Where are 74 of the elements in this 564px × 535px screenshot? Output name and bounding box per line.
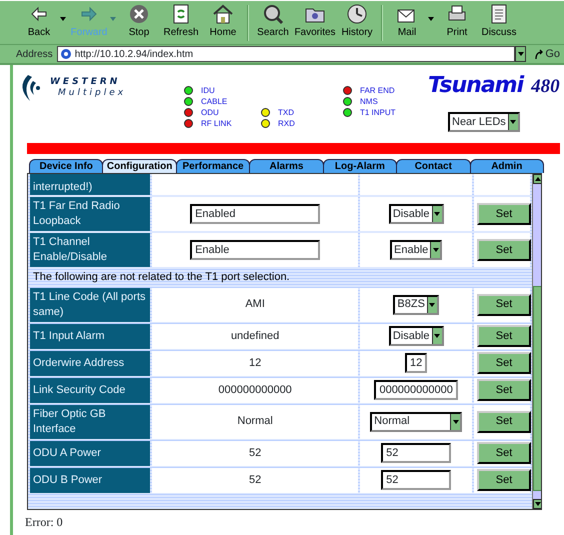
led-label: NMS (360, 96, 378, 107)
address-label: Address (16, 48, 53, 62)
dropdown-field[interactable]: Normal (370, 412, 462, 432)
tab[interactable]: Alarms (249, 159, 324, 173)
set-button[interactable]: Set (477, 352, 532, 374)
led-select[interactable]: Near LEDs (448, 112, 520, 132)
led-label: FAR END (360, 85, 395, 96)
toolbar-button[interactable]: Refresh (160, 3, 202, 39)
setting-value: 000000000000 (218, 384, 292, 396)
setting-label: T1 Far End Radio Loopback (33, 200, 120, 227)
setting-label: ODU A Power (33, 446, 101, 458)
toolbar-button[interactable]: History (336, 3, 378, 39)
toolbar-button[interactable]: Mail (386, 3, 436, 39)
tab[interactable]: Contact (396, 159, 471, 173)
product-name: Tsunami (428, 73, 524, 98)
input-field[interactable]: 52 (381, 443, 452, 463)
tab[interactable]: Performance (176, 159, 250, 173)
setting-value: AMI (245, 298, 265, 310)
led-label: RXD (278, 118, 295, 129)
set-button[interactable]: Set (477, 379, 532, 401)
led-label: ODU (201, 107, 219, 118)
setting-label: T1 Channel Enable/Disable (33, 236, 107, 263)
dropdown-field[interactable]: Enable (390, 240, 442, 260)
input-field[interactable]: Enable (190, 240, 320, 260)
tab[interactable]: Configuration (102, 159, 177, 173)
input-field[interactable]: 12 (405, 353, 428, 373)
set-button[interactable]: Set (477, 239, 532, 261)
error-status: Error: 0 (25, 514, 64, 531)
setting-label: Fiber Optic GB Interface (33, 408, 106, 434)
led-label: CABLE (201, 96, 228, 107)
toolbar-button[interactable]: Search (252, 3, 294, 39)
toolbar-button[interactable]: Print (436, 3, 478, 39)
toolbar-button[interactable]: Stop (118, 3, 160, 39)
input-field[interactable]: 000000000000 (374, 380, 458, 400)
set-button[interactable]: Set (477, 294, 532, 316)
set-button[interactable]: Set (477, 469, 532, 491)
model-number: 480 (531, 76, 560, 98)
set-button[interactable]: Set (477, 442, 532, 464)
led-label: IDU (201, 85, 215, 96)
toolbar-button[interactable]: Favorites (294, 3, 336, 39)
toolbar-button[interactable]: Discuss (478, 3, 520, 39)
set-button[interactable]: Set (477, 203, 532, 225)
logo-wordmark: WESTERN (50, 77, 122, 88)
section-note: The following are not related to the T1 port selection. (33, 271, 290, 283)
setting-label: interrupted!) (33, 181, 92, 193)
setting-value: 52 (248, 446, 262, 459)
tab[interactable]: Device Info (29, 159, 104, 173)
input-field[interactable]: Enabled (190, 204, 320, 224)
toolbar-button[interactable]: Home (202, 3, 244, 39)
setting-value: undefined (230, 330, 280, 342)
setting-label: T1 Input Alarm (33, 330, 105, 342)
setting-value: 52 (248, 474, 262, 486)
tab[interactable]: Admin (470, 159, 544, 173)
logo-subtitle: Multiplex (57, 88, 126, 99)
setting-label: ODU B Power (33, 474, 102, 486)
address-field[interactable]: http://10.10.2.94/index.htm (56, 46, 516, 62)
setting-label: T1 Line Code (All ports same) (33, 290, 146, 318)
led-label: T1 INPUT (360, 107, 396, 118)
tab[interactable]: Log-Alarm (322, 159, 398, 173)
setting-label: Orderwire Address (33, 356, 124, 368)
dropdown-field[interactable]: Disable (388, 204, 444, 224)
go-button[interactable]: Go (534, 46, 560, 62)
set-button[interactable]: Set (477, 325, 532, 347)
dropdown-field[interactable]: B8ZS (393, 294, 439, 314)
url-text: http://10.10.2.94/index.htm (74, 48, 194, 62)
set-button[interactable]: Set (477, 410, 532, 432)
setting-label: Link Security Code (33, 384, 126, 396)
dropdown-field[interactable]: Disable (388, 326, 444, 346)
setting-value: Normal (237, 415, 273, 428)
led-label: RF LINK (201, 118, 232, 129)
input-field[interactable]: 52 (381, 470, 452, 490)
setting-value: 12 (248, 356, 262, 369)
led-label: TXD (278, 107, 294, 118)
toolbar-button[interactable]: Back (18, 3, 68, 39)
